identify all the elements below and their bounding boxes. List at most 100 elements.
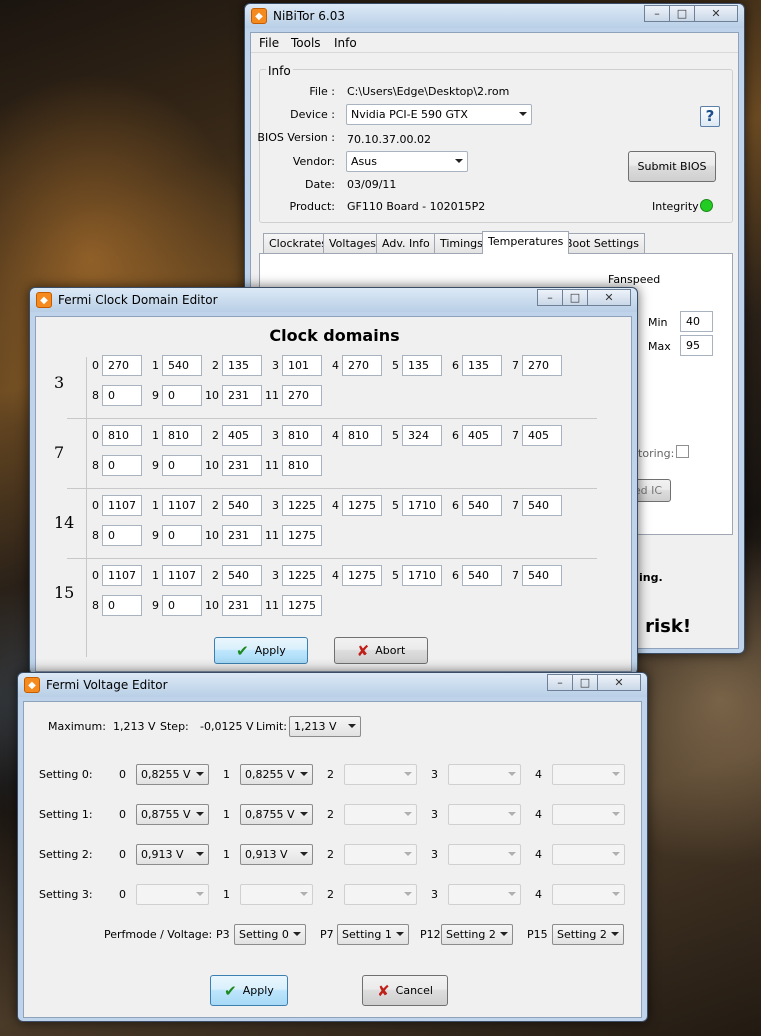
clock-value-input[interactable]: 540 xyxy=(222,565,262,586)
clock-value-input[interactable]: 0 xyxy=(102,455,142,476)
clock-value-input[interactable]: 1710 xyxy=(402,495,442,516)
perfmode-select[interactable]: Setting 0 xyxy=(234,924,306,945)
clock-value-input[interactable]: 0 xyxy=(102,595,142,616)
voltage-select[interactable] xyxy=(344,804,417,825)
voltage-select[interactable] xyxy=(448,844,521,865)
maximize-icon[interactable]: □ xyxy=(669,5,695,22)
clock-value-input[interactable]: 135 xyxy=(222,355,262,376)
voltage-select[interactable] xyxy=(552,884,625,905)
clock-value-input[interactable]: 270 xyxy=(342,355,382,376)
clock-value-input[interactable]: 0 xyxy=(102,525,142,546)
submit-bios-button[interactable]: Submit BIOS xyxy=(628,151,716,182)
fan-max-input[interactable]: 95 xyxy=(680,335,713,356)
clock-value-input[interactable]: 810 xyxy=(342,425,382,446)
clock-value-input[interactable]: 1710 xyxy=(402,565,442,586)
clock-value-input[interactable]: 405 xyxy=(522,425,562,446)
clock-editor-title-bar[interactable]: ◆ Fermi Clock Domain Editor – □ ✕ xyxy=(30,288,637,312)
clock-value-input[interactable]: 231 xyxy=(222,525,262,546)
tab-temperatures[interactable]: Temperatures xyxy=(482,231,570,254)
menu-info[interactable]: Info xyxy=(334,36,357,50)
clock-value-input[interactable]: 0 xyxy=(102,385,142,406)
minimize-icon[interactable]: – xyxy=(644,5,670,22)
clock-value-input[interactable]: 540 xyxy=(162,355,202,376)
monitoring-checkbox[interactable] xyxy=(676,445,689,458)
clock-value-input[interactable]: 1275 xyxy=(282,595,322,616)
clock-value-input[interactable]: 0 xyxy=(162,595,202,616)
clock-apply-button[interactable]: ✔ Apply xyxy=(214,637,308,664)
clock-value-input[interactable]: 270 xyxy=(102,355,142,376)
clock-value-input[interactable]: 1275 xyxy=(342,495,382,516)
clock-value-input[interactable]: 810 xyxy=(282,425,322,446)
voltage-editor-title-bar[interactable]: ◆ Fermi Voltage Editor – □ ✕ xyxy=(18,673,647,697)
perfmode-select[interactable]: Setting 2 xyxy=(441,924,513,945)
voltage-select[interactable]: 0,8255 V xyxy=(136,764,209,785)
clock-value-input[interactable]: 231 xyxy=(222,455,262,476)
voltage-apply-button[interactable]: ✔ Apply xyxy=(210,975,288,1006)
clock-value-input[interactable]: 540 xyxy=(222,495,262,516)
clock-value-input[interactable]: 0 xyxy=(162,525,202,546)
close-icon[interactable]: ✕ xyxy=(587,289,631,306)
voltage-select[interactable] xyxy=(552,844,625,865)
clock-value-input[interactable]: 135 xyxy=(462,355,502,376)
tab-adv-info[interactable]: Adv. Info xyxy=(376,233,436,253)
device-select[interactable]: Nvidia PCI-E 590 GTX xyxy=(346,104,532,125)
voltage-select[interactable] xyxy=(552,764,625,785)
clock-value-input[interactable]: 231 xyxy=(222,385,262,406)
voltage-select[interactable] xyxy=(240,884,313,905)
maximize-icon[interactable]: □ xyxy=(572,674,598,691)
tab-boot-settings[interactable]: Boot Settings xyxy=(559,233,645,253)
voltage-select[interactable] xyxy=(448,764,521,785)
clock-value-input[interactable]: 0 xyxy=(162,455,202,476)
limit-select[interactable]: 1,213 V xyxy=(289,716,361,737)
voltage-select[interactable]: 0,8255 V xyxy=(240,764,313,785)
clock-value-input[interactable]: 270 xyxy=(522,355,562,376)
clock-value-input[interactable]: 0 xyxy=(162,385,202,406)
clock-value-input[interactable]: 405 xyxy=(222,425,262,446)
voltage-select[interactable] xyxy=(344,764,417,785)
voltage-select[interactable] xyxy=(344,884,417,905)
clock-value-input[interactable]: 1107 xyxy=(162,565,202,586)
help-icon[interactable]: ? xyxy=(700,106,720,127)
clock-value-input[interactable]: 1107 xyxy=(102,565,142,586)
voltage-select[interactable]: 0,913 V xyxy=(136,844,209,865)
clock-value-input[interactable]: 1275 xyxy=(342,565,382,586)
clock-value-input[interactable]: 810 xyxy=(282,455,322,476)
clock-value-input[interactable]: 540 xyxy=(462,565,502,586)
clock-value-input[interactable]: 101 xyxy=(282,355,322,376)
voltage-select[interactable]: 0,8755 V xyxy=(136,804,209,825)
clock-value-input[interactable]: 1225 xyxy=(282,495,322,516)
clock-value-input[interactable]: 540 xyxy=(462,495,502,516)
clock-value-input[interactable]: 540 xyxy=(522,565,562,586)
voltage-select[interactable]: 0,913 V xyxy=(240,844,313,865)
close-icon[interactable]: ✕ xyxy=(694,5,738,22)
tab-voltages[interactable]: Voltages xyxy=(323,233,382,253)
clock-value-input[interactable]: 324 xyxy=(402,425,442,446)
clock-value-input[interactable]: 405 xyxy=(462,425,502,446)
clock-value-input[interactable]: 1107 xyxy=(102,495,142,516)
perfmode-select[interactable]: Setting 1 xyxy=(337,924,409,945)
clock-value-input[interactable]: 540 xyxy=(522,495,562,516)
vendor-select[interactable]: Asus xyxy=(346,151,468,172)
maximize-icon[interactable]: □ xyxy=(562,289,588,306)
voltage-select[interactable] xyxy=(448,804,521,825)
menu-file[interactable]: File xyxy=(259,36,279,50)
clock-value-input[interactable]: 810 xyxy=(162,425,202,446)
perfmode-select[interactable]: Setting 2 xyxy=(552,924,624,945)
clock-value-input[interactable]: 270 xyxy=(282,385,322,406)
clock-value-input[interactable]: 231 xyxy=(222,595,262,616)
voltage-cancel-button[interactable]: ✘ Cancel xyxy=(362,975,448,1006)
clock-value-input[interactable]: 810 xyxy=(102,425,142,446)
voltage-select[interactable] xyxy=(136,884,209,905)
main-title-bar[interactable]: ◆ NiBiTor 6.03 – □ ✕ xyxy=(245,4,744,28)
clock-value-input[interactable]: 1225 xyxy=(282,565,322,586)
clock-abort-button[interactable]: ✘ Abort xyxy=(334,637,428,664)
voltage-select[interactable]: 0,8755 V xyxy=(240,804,313,825)
clock-value-input[interactable]: 1107 xyxy=(162,495,202,516)
voltage-select[interactable] xyxy=(448,884,521,905)
fan-min-input[interactable]: 40 xyxy=(680,311,713,332)
voltage-select[interactable] xyxy=(552,804,625,825)
minimize-icon[interactable]: – xyxy=(547,674,573,691)
clock-value-input[interactable]: 135 xyxy=(402,355,442,376)
close-icon[interactable]: ✕ xyxy=(597,674,641,691)
voltage-select[interactable] xyxy=(344,844,417,865)
